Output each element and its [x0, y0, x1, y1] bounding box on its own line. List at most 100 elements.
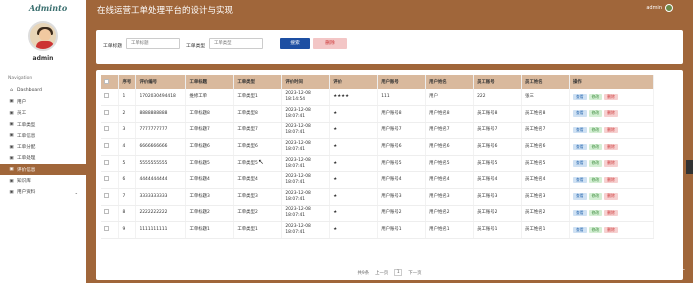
- edit-button[interactable]: 修改: [588, 143, 603, 151]
- edit-button[interactable]: 修改: [588, 226, 603, 234]
- delete-button[interactable]: 删除: [313, 38, 347, 49]
- table-cell: 9: [118, 221, 137, 239]
- app-logo[interactable]: Adminto: [29, 3, 67, 13]
- delete-row-button[interactable]: 删除: [604, 110, 618, 117]
- delete-row-button[interactable]: 删除: [604, 226, 618, 234]
- row-checkbox[interactable]: [104, 109, 109, 115]
- edit-button[interactable]: 修改: [588, 176, 603, 184]
- table-cell: 员工姓名8: [521, 105, 570, 123]
- side-panel-toggle[interactable]: [686, 160, 693, 174]
- row-select-cell[interactable]: [101, 221, 120, 239]
- table-cell: 3: [118, 122, 137, 140]
- table-cell: 2023-12-08 18:07:41: [281, 221, 331, 239]
- user-menu[interactable]: admin: [646, 4, 673, 12]
- row-checkbox[interactable]: [104, 159, 109, 165]
- table-cell: ★: [329, 105, 379, 123]
- edit-button[interactable]: 修改: [588, 193, 603, 200]
- table-cell: 2023-12-08 18:07:41: [281, 205, 331, 223]
- select-all-header[interactable]: [101, 75, 120, 89]
- delete-row-button[interactable]: 删除: [604, 126, 618, 134]
- edit-button[interactable]: 修改: [588, 110, 603, 117]
- sidebar-item-profile[interactable]: ▣ 用户资料 ⌄: [0, 187, 86, 198]
- table-cell: 维修工单: [185, 89, 235, 107]
- view-button[interactable]: 查看: [572, 93, 587, 101]
- page-number-button[interactable]: 1: [394, 269, 403, 276]
- row-select-cell[interactable]: [101, 89, 120, 107]
- prev-page-button[interactable]: 上一页: [375, 270, 388, 276]
- column-header: 用户账号: [377, 75, 427, 89]
- sidebar-item-ticket-info[interactable]: ▣ 工单信息: [0, 130, 86, 141]
- ticket-assign-icon: ▣: [9, 144, 14, 150]
- sidebar-item-reviews[interactable]: ▣ 评价信息: [0, 164, 86, 176]
- delete-row-button[interactable]: 删除: [604, 143, 618, 151]
- edit-button[interactable]: 修改: [588, 93, 603, 101]
- table-cell: 员工账号4: [473, 171, 523, 190]
- row-checkbox[interactable]: [104, 192, 109, 198]
- column-header: 评价时间: [281, 75, 331, 89]
- knowledge-icon: ▣: [9, 178, 14, 184]
- delete-row-button[interactable]: 删除: [604, 93, 618, 101]
- table-cell: 工单类型8: [233, 105, 283, 123]
- view-button[interactable]: 查看: [572, 176, 587, 184]
- table-cell: 工单标题1: [185, 221, 235, 239]
- delete-row-button[interactable]: 删除: [604, 160, 618, 167]
- edit-button[interactable]: 修改: [588, 126, 603, 134]
- sidebar: Adminto admin Navigation ⌂ Dashboard ▣ 用户 …: [0, 0, 86, 283]
- delete-row-button[interactable]: 删除: [604, 193, 618, 200]
- sidebar-item-ticket-type[interactable]: ▣ 工单类型: [0, 119, 86, 130]
- row-checkbox[interactable]: [104, 209, 109, 215]
- sidebar-item-label: 知识库: [17, 179, 31, 185]
- row-select-cell[interactable]: [101, 138, 120, 156]
- home-icon: ⌂: [10, 88, 13, 94]
- row-checkbox[interactable]: [104, 226, 109, 232]
- edit-button[interactable]: 修改: [588, 160, 603, 167]
- sidebar-item-ticket-process[interactable]: ▣ 工单处理: [0, 153, 86, 164]
- ticket-title-input[interactable]: [126, 38, 180, 49]
- edit-button[interactable]: 修改: [588, 209, 603, 217]
- column-header: 员工姓名: [521, 75, 570, 89]
- view-button[interactable]: 查看: [572, 160, 587, 167]
- sidebar-item-users[interactable]: ▣ 用户: [0, 96, 86, 107]
- row-actions: 查看 修改 删除: [569, 155, 655, 173]
- table-cell: 6666666666: [135, 138, 187, 156]
- row-select-cell[interactable]: [101, 205, 120, 223]
- sidebar-item-staff[interactable]: ▣ 员工: [0, 108, 86, 119]
- ticket-info-icon: ▣: [9, 133, 14, 139]
- sidebar-item-dashboard[interactable]: ⌂ Dashboard: [0, 85, 86, 96]
- row-select-cell[interactable]: [101, 105, 120, 123]
- row-select-cell[interactable]: [101, 188, 120, 206]
- table-cell: 2023-12-08 18:07:41: [281, 105, 331, 123]
- table-cell: 用户账号1: [377, 221, 427, 239]
- search-button[interactable]: 搜索: [280, 38, 310, 49]
- total-count: 共9条: [357, 270, 370, 276]
- row-checkbox[interactable]: [104, 143, 109, 149]
- view-button[interactable]: 查看: [572, 143, 587, 151]
- sidebar-item-knowledge[interactable]: ▣ 知识库: [0, 175, 86, 186]
- table-cell: ★: [329, 122, 379, 140]
- ticket-type-input[interactable]: [209, 38, 263, 49]
- table-row: 8 2222222222 工单标题2 工单类型2 2023-12-08 18:07:41…: [101, 205, 655, 223]
- table-cell: 2023-12-08 18:07:41: [281, 188, 331, 206]
- next-page-button[interactable]: 下一页: [408, 270, 421, 276]
- row-select-cell[interactable]: [101, 155, 120, 173]
- view-button[interactable]: 查看: [572, 193, 587, 200]
- table-cell: ★: [329, 171, 379, 190]
- row-checkbox[interactable]: [104, 93, 109, 99]
- row-checkbox[interactable]: [104, 126, 109, 132]
- table-row: 7 3333333333 工单标题3 工单类型3 2023-12-08 18:07:41…: [101, 188, 655, 206]
- row-select-cell[interactable]: [101, 171, 120, 190]
- view-button[interactable]: 查看: [572, 209, 587, 217]
- sidebar-item-label: 工单信息: [17, 133, 36, 139]
- view-button[interactable]: 查看: [572, 226, 587, 234]
- select-all-checkbox[interactable]: [104, 78, 109, 84]
- table-cell: 2023-12-08 18:07:41: [281, 171, 331, 190]
- table-cell: 工单标题6: [185, 138, 235, 156]
- page-title: 在线运营工单处理平台的设计与实现: [97, 6, 234, 16]
- delete-row-button[interactable]: 删除: [604, 209, 618, 217]
- row-select-cell[interactable]: [101, 122, 120, 140]
- view-button[interactable]: 查看: [572, 110, 587, 117]
- sidebar-item-ticket-assign[interactable]: ▣ 工单分配: [0, 141, 86, 152]
- row-checkbox[interactable]: [104, 176, 109, 182]
- view-button[interactable]: 查看: [572, 126, 587, 134]
- delete-row-button[interactable]: 删除: [604, 176, 618, 184]
